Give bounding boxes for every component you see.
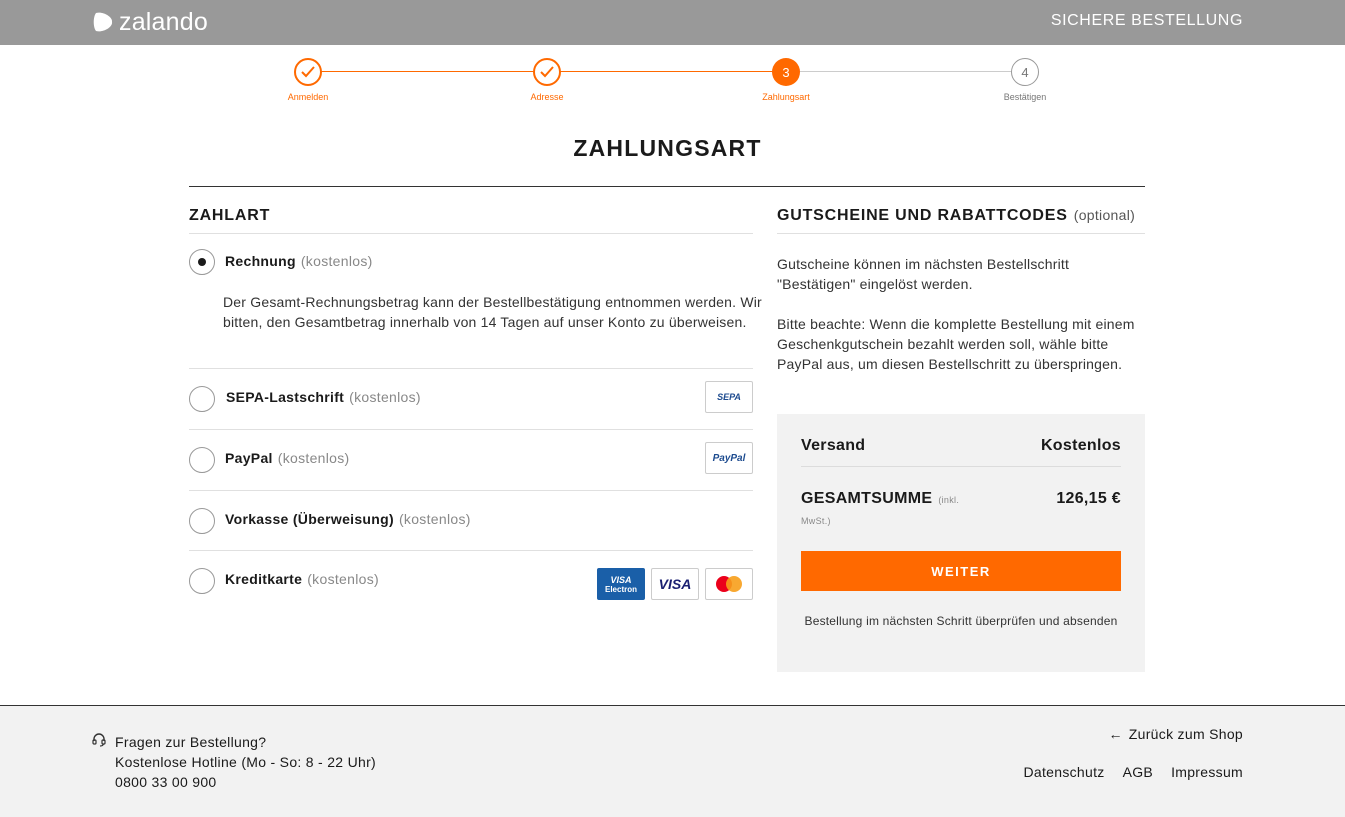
payment-name: SEPA-Lastschrift: [226, 389, 345, 405]
hotline-text: Kostenlose Hotline (Mo - So: 8 - 22 Uhr): [115, 754, 376, 770]
divider: [189, 368, 753, 369]
step-number: 4: [1011, 58, 1039, 86]
step-label: Anmelden: [287, 92, 329, 102]
step-label: Adresse: [530, 92, 564, 102]
paypal-logo-icon: PayPal: [705, 442, 753, 474]
visa-electron-logo-icon: VISA Electron: [597, 568, 645, 600]
payment-option-label: Kreditkarte (kostenlos): [225, 571, 379, 587]
payment-fee: (kostenlos): [398, 511, 471, 527]
visa-electron-top: VISA: [610, 574, 632, 585]
shipping-row: Versand Kostenlos: [801, 437, 1121, 455]
order-summary: Versand Kostenlos GESAMTSUMME (inkl. MwSt…: [777, 414, 1145, 672]
shipping-label: Versand: [801, 437, 866, 454]
help-title: Fragen zur Bestellung?: [115, 734, 267, 750]
summary-note: Bestellung im nächsten Schritt überprüfe…: [804, 614, 1118, 628]
payment-option-kreditkarte[interactable]: Kreditkarte (kostenlos) VISA Electron VIS…: [189, 567, 753, 601]
visa-electron-bottom: Electron: [604, 584, 637, 594]
step-number: 3: [772, 58, 800, 86]
step-zahlungsart: 3 Zahlungsart: [736, 58, 836, 102]
page-title: ZAHLUNGSART: [573, 135, 762, 161]
hotline-number[interactable]: 0800 33 00 900: [115, 772, 376, 792]
payment-heading: ZAHLART: [189, 207, 271, 224]
shipping-value: Kostenlos: [1040, 437, 1121, 454]
divider: [189, 233, 753, 234]
vat-note: (inkl.: [938, 495, 960, 505]
visa-logo-icon: VISA: [651, 568, 699, 600]
radio-rechnung[interactable]: [189, 249, 215, 275]
radio-vorkasse[interactable]: [189, 508, 215, 534]
payment-fee: (kostenlos): [300, 253, 373, 269]
secure-order-label: SICHERE BESTELLUNG: [1050, 12, 1243, 29]
top-bar: zalando SICHERE BESTELLUNG: [0, 0, 1345, 45]
link-impressum[interactable]: Impressum: [1171, 764, 1243, 780]
payment-name: Rechnung: [225, 253, 296, 269]
divider: [189, 429, 753, 430]
payment-name: Vorkasse (Überweisung): [225, 511, 394, 527]
radio-sepa[interactable]: [189, 386, 215, 412]
payment-fee: (kostenlos): [349, 389, 421, 405]
title-divider: [189, 186, 1145, 187]
voucher-heading: GUTSCHEINE UND RABATTCODES (optional): [777, 207, 1135, 225]
total-row: GESAMTSUMME (inkl. MwSt.) 126,15 €: [801, 490, 1121, 530]
help-block: Fragen zur Bestellung? Kostenlose Hotlin…: [115, 732, 376, 792]
voucher-info: Gutscheine können im nächsten Bestellsch…: [777, 256, 1070, 292]
payment-option-rechnung[interactable]: Rechnung (kostenlos) Der Gesamt-Rechnungs…: [189, 249, 762, 359]
step-anmelden[interactable]: Anmelden: [258, 58, 358, 102]
link-datenschutz[interactable]: Datenschutz: [1023, 764, 1104, 780]
step-adresse[interactable]: Adresse: [497, 58, 597, 102]
footer: Fragen zur Bestellung? Kostenlose Hotlin…: [0, 705, 1345, 817]
link-agb[interactable]: AGB: [1123, 764, 1153, 780]
payment-fee: (kostenlos): [277, 450, 350, 466]
back-to-shop-link[interactable]: ← Zurück zum Shop: [1108, 726, 1243, 742]
checkout-steps: Anmelden Adresse 3 Zahlungsart 4 Bestäti…: [0, 58, 1345, 108]
divider: [801, 466, 1121, 467]
step-label: Zahlungsart: [762, 92, 810, 102]
voucher-note: Bitte beachte: Wenn die komplette Bestel…: [777, 316, 1135, 372]
zalando-logo-icon: [93, 12, 113, 32]
payment-name: Kreditkarte: [225, 571, 303, 587]
divider: [189, 490, 753, 491]
step-label: Bestätigen: [1003, 92, 1047, 102]
arrow-left-icon: ←: [1108, 726, 1123, 742]
vat-note-2: MwSt.): [801, 516, 831, 526]
payment-option-paypal[interactable]: PayPal (kostenlos) PayPal: [189, 442, 753, 476]
payment-fee: (kostenlos): [307, 571, 379, 587]
payment-option-label: PayPal (kostenlos): [225, 450, 350, 466]
payment-option-label: SEPA-Lastschrift (kostenlos): [226, 389, 421, 405]
voucher-optional: (optional): [1073, 207, 1136, 223]
step-bestaetigen: 4 Bestätigen: [975, 58, 1075, 102]
payment-option-sepa[interactable]: SEPA-Lastschrift (kostenlos) SEPA: [189, 381, 753, 414]
divider: [777, 233, 1145, 234]
voucher-heading-text: GUTSCHEINE UND RABATTCODES: [777, 207, 1068, 224]
logo-text: zalando: [119, 7, 208, 36]
footer-links: Datenschutz AGB Impressum: [1005, 764, 1243, 780]
zalando-logo[interactable]: zalando: [91, 8, 208, 36]
payment-option-label: Vorkasse (Überweisung) (kostenlos): [225, 511, 471, 527]
mastercard-icon: [705, 568, 753, 600]
sepa-logo-icon: SEPA: [705, 381, 753, 413]
continue-button[interactable]: WEITER: [801, 551, 1121, 591]
payment-option-vorkasse[interactable]: Vorkasse (Überweisung) (kostenlos): [189, 507, 753, 537]
radio-kreditkarte[interactable]: [189, 568, 215, 594]
check-icon: [533, 58, 561, 86]
divider: [189, 550, 753, 551]
total-value: 126,15 €: [1056, 490, 1121, 507]
back-to-shop-label: Zurück zum Shop: [1128, 726, 1243, 742]
radio-paypal[interactable]: [189, 447, 215, 473]
payment-description: Der Gesamt-Rechnungsbetrag kann der Best…: [223, 294, 762, 330]
payment-name: PayPal: [225, 450, 273, 466]
payment-option-label: Rechnung (kostenlos): [225, 253, 373, 269]
total-label: GESAMTSUMME: [801, 490, 933, 507]
headset-icon: [92, 733, 106, 747]
check-icon: [294, 58, 322, 86]
